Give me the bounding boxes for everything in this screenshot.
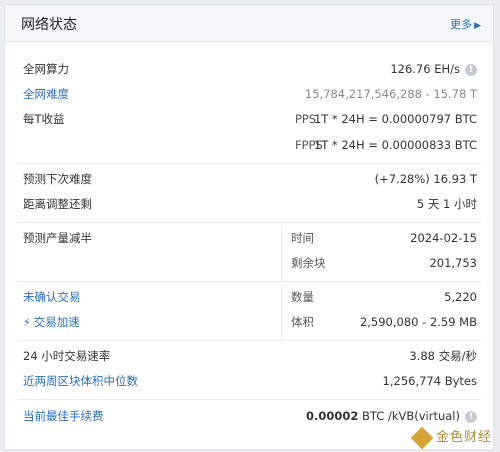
next-difficulty-label: 预测下次难度 (23, 172, 92, 186)
hashrate-value: 126.76 EH/s (390, 62, 460, 76)
hashrate-row: 全网算力 126.76 EH/s! (5, 57, 493, 81)
network-status-card: 网络状态 更多 ▶ 全网算力 126.76 EH/s! 全网难度 15,784,2… (4, 4, 494, 450)
unconfirmed-count-row: 未确认交易 数量 5,220 (5, 285, 493, 309)
hashrate-value-wrap: 126.76 EH/s! (390, 57, 477, 81)
median-size-link[interactable]: 近两周区块体积中位数 (23, 369, 138, 393)
unconfirmed-count-label: 数量 (291, 290, 314, 304)
tx-rate-label: 24 小时交易速率 (23, 349, 111, 363)
difficulty-value: 15,784,217,546,288 - 15.78 T (304, 87, 477, 101)
tx-accelerate-link[interactable]: ⚡ 交易加速 (23, 310, 80, 335)
earnings-pps-row: 每T收益 PPS 1T * 24H = 0.00000797 BTC (5, 107, 493, 131)
watermark-text: 金色财经 (435, 430, 492, 445)
median-size-row: 近两周区块体积中位数 1,256,774 Bytes (5, 369, 493, 393)
fee-link[interactable]: 当前最佳手续费 (23, 404, 104, 428)
adjust-label: 距离调整还剩 (23, 197, 92, 211)
tx-rate-value: 3.88 交易/秒 (409, 349, 477, 363)
halving-time-label: 时间 (291, 231, 314, 245)
fee-value-unit: BTC /kVB(virtual) (362, 409, 460, 423)
divider (17, 163, 481, 164)
fee-row: 当前最佳手续费 0.00002 BTC /kVB(virtual)! (5, 404, 493, 428)
lightning-icon: ⚡ (23, 316, 31, 329)
halving-time-value: 2024-02-15 (410, 231, 477, 245)
brand-logo-icon (410, 426, 434, 449)
halving-time-row: 预测产量减半 时间 2024-02-15 (5, 226, 493, 250)
more-label: 更多 (450, 18, 473, 31)
halving-blocks-label: 剩余块 (291, 256, 326, 270)
difficulty-row: 全网难度 15,784,217,546,288 - 15.78 T (5, 82, 493, 106)
divider (17, 281, 481, 282)
unconfirmed-size-row: ⚡ 交易加速 体积 2,590,080 - 2.59 MB (5, 310, 493, 334)
card-header: 网络状态 更多 ▶ (5, 5, 493, 42)
tx-accelerate-label: 交易加速 (33, 315, 80, 329)
tx-rate-row: 24 小时交易速率 3.88 交易/秒 (5, 344, 493, 368)
divider (17, 222, 481, 223)
divider (17, 340, 481, 341)
pps-value: 1T * 24H = 0.00000797 BTC (313, 112, 477, 126)
chevron-right-icon: ▶ (474, 21, 481, 31)
unconfirmed-count-value: 5,220 (444, 290, 477, 304)
earnings-label: 每T收益 (23, 112, 65, 126)
difficulty-link[interactable]: 全网难度 (23, 82, 69, 106)
unconfirmed-size-label: 体积 (291, 315, 314, 329)
more-link[interactable]: 更多 ▶ (450, 16, 481, 32)
unconfirmed-size-value: 2,590,080 - 2.59 MB (359, 315, 477, 329)
adjust-row: 距离调整还剩 5 天 1 小时 (5, 192, 493, 216)
next-difficulty-value: (+7.28%) 16.93 T (374, 172, 477, 186)
watermark-logo: 金色财经 (410, 426, 492, 449)
info-icon[interactable]: ! (465, 410, 477, 423)
halving-label: 预测产量减半 (23, 231, 92, 245)
median-size-value: 1,256,774 Bytes (382, 374, 477, 388)
fee-value-bold: 0.00002 (305, 409, 359, 423)
halving-blocks-row: 剩余块 201,753 (5, 251, 493, 275)
adjust-value: 5 天 1 小时 (416, 197, 477, 211)
next-difficulty-row: 预测下次难度 (+7.28%) 16.93 T (5, 167, 493, 191)
hashrate-label: 全网算力 (23, 62, 69, 76)
info-icon[interactable]: ! (465, 63, 477, 76)
unconfirmed-link[interactable]: 未确认交易 (23, 285, 81, 309)
fee-value-wrap: 0.00002 BTC /kVB(virtual)! (306, 404, 477, 428)
halving-blocks-value: 201,753 (429, 256, 477, 270)
earnings-fpps-row: FPPS 1T * 24H = 0.00000833 BTC (5, 133, 493, 157)
fpps-value: 1T * 24H = 0.00000833 BTC (313, 138, 477, 152)
card-title: 网络状态 (21, 17, 77, 33)
divider (17, 399, 481, 400)
